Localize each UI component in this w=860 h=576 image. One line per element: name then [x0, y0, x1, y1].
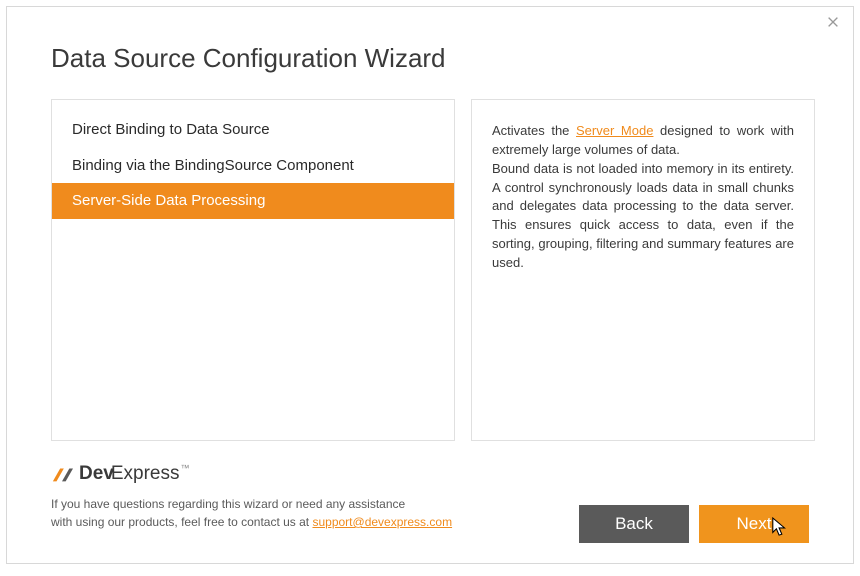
option-direct-binding[interactable]: Direct Binding to Data Source — [52, 112, 454, 148]
logo-text-dev: Dev — [79, 463, 114, 484]
description-panel: Activates the Server Mode designed to wo… — [471, 99, 815, 441]
button-row: Back Next — [579, 505, 809, 543]
logo-text-express: Express — [111, 463, 180, 484]
next-button[interactable]: Next — [699, 505, 809, 543]
description-text: Activates the Server Mode designed to wo… — [492, 122, 794, 273]
logo-tm: ™ — [181, 463, 190, 473]
footer-line2: with using our products, feel free to co… — [51, 515, 312, 529]
close-icon[interactable] — [825, 15, 841, 31]
wizard-window: Data Source Configuration Wizard Direct … — [6, 6, 854, 564]
options-panel: Direct Binding to Data Source Binding vi… — [51, 99, 455, 441]
option-bindingsource[interactable]: Binding via the BindingSource Component — [52, 148, 454, 184]
desc-part: Bound data is not loaded into memory in … — [492, 161, 794, 270]
page-title: Data Source Configuration Wizard — [51, 43, 446, 74]
desc-part: Activates the — [492, 123, 576, 138]
logo-text: DevExpress™ — [79, 463, 190, 485]
option-server-side[interactable]: Server-Side Data Processing — [52, 183, 454, 219]
footer-line1: If you have questions regarding this wiz… — [51, 497, 405, 511]
logo: DevExpress™ — [51, 463, 809, 485]
footer: DevExpress™ If you have questions regard… — [51, 463, 809, 543]
server-mode-link[interactable]: Server Mode — [576, 123, 653, 138]
devexpress-logo-icon — [51, 463, 73, 485]
back-button[interactable]: Back — [579, 505, 689, 543]
support-email-link[interactable]: support@devexpress.com — [312, 515, 452, 529]
